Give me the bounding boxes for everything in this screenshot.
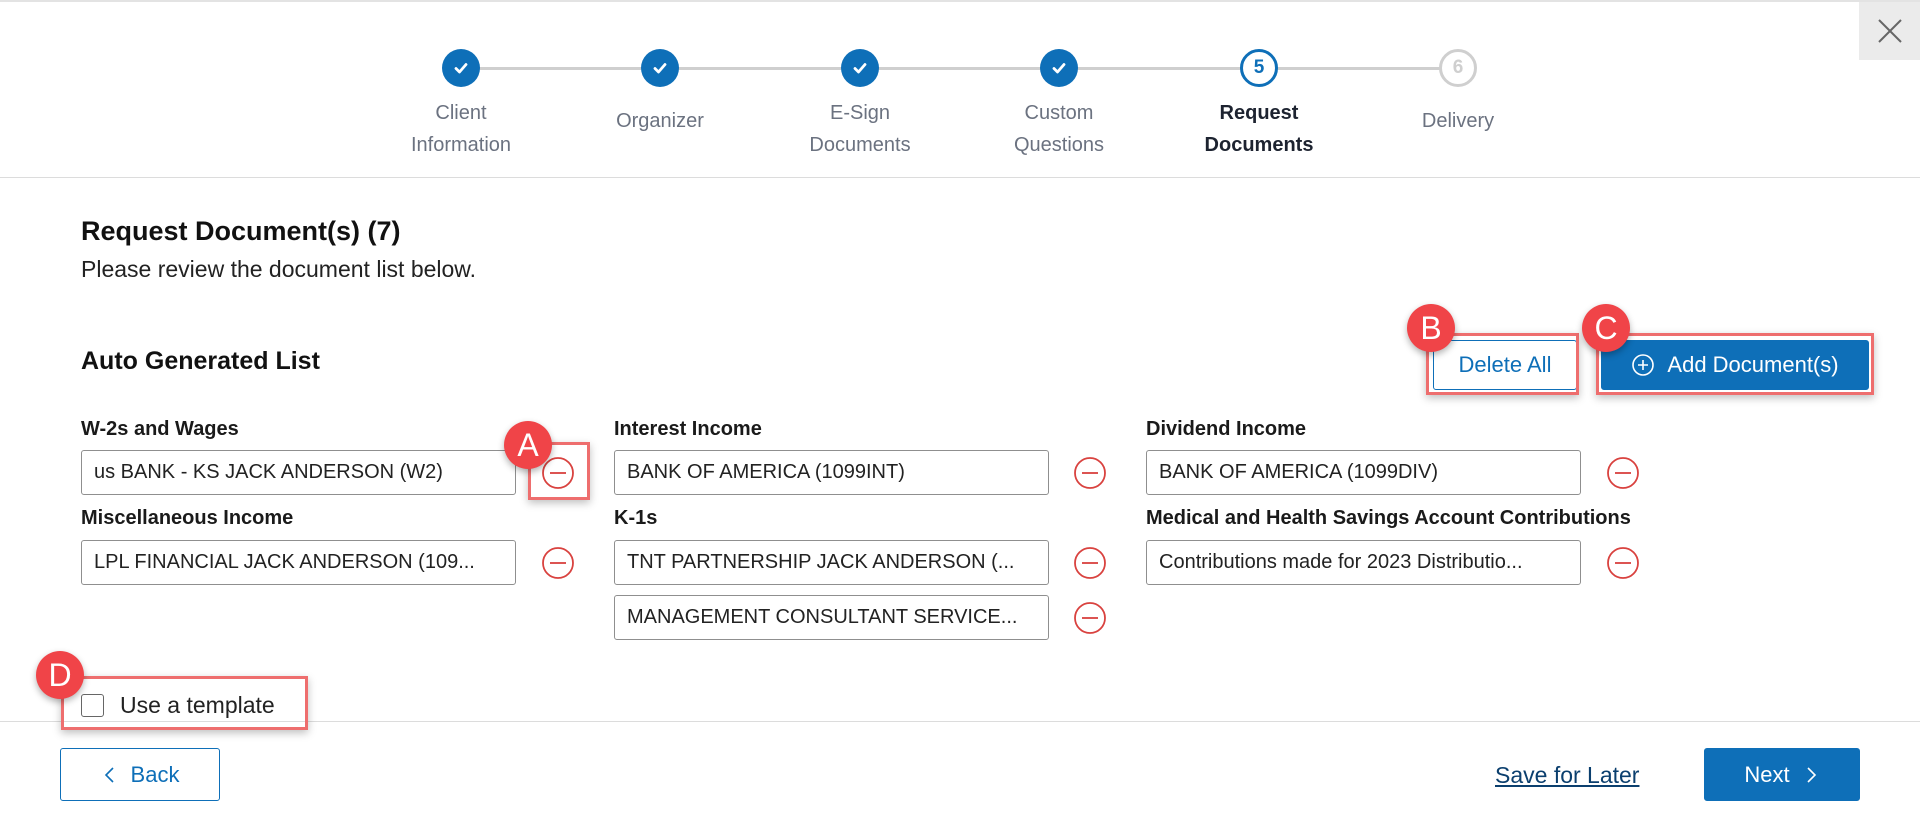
delete-all-button[interactable]: Delete All	[1433, 340, 1577, 390]
annotation-badge-d: D	[36, 651, 84, 699]
minus-circle-icon	[542, 547, 574, 579]
step-delivery[interactable]: 6 Delivery	[1378, 49, 1538, 137]
minus-circle-icon	[542, 457, 574, 489]
step-label: Request Documents	[1204, 102, 1314, 156]
category-label-k1s: K-1s	[614, 507, 658, 529]
minus-circle-icon	[1074, 547, 1106, 579]
page-subtitle: Please review the document list below.	[81, 256, 477, 282]
document-field-dividend-income[interactable]	[1146, 450, 1581, 495]
step-number-pending: 6	[1439, 49, 1477, 87]
step-custom-questions[interactable]: Custom Questions	[979, 49, 1139, 161]
document-field-k1-management[interactable]	[614, 595, 1049, 640]
use-template-label: Use a template	[120, 692, 275, 718]
chevron-left-icon	[104, 766, 114, 783]
step-request-documents[interactable]: 5 Request Documents	[1179, 49, 1339, 161]
step-label: Delivery	[1421, 110, 1495, 132]
remove-document-button[interactable]	[541, 546, 575, 580]
add-documents-label: Add Document(s)	[1667, 352, 1839, 377]
step-number-current: 5	[1240, 49, 1278, 87]
minus-circle-icon	[1607, 547, 1639, 579]
chevron-right-icon	[1807, 766, 1816, 783]
checkmark-icon	[454, 63, 468, 74]
delete-all-label: Delete All	[1458, 352, 1552, 377]
checkmark-icon	[1052, 63, 1066, 74]
document-field-misc-income[interactable]	[81, 540, 516, 585]
document-field-hsa-contributions[interactable]	[1146, 540, 1581, 585]
minus-circle-icon	[1074, 457, 1106, 489]
step-label: Organizer	[616, 110, 704, 132]
step-e-sign-documents[interactable]: E-Sign Documents	[780, 49, 940, 161]
page-title: Request Document(s) (7)	[81, 216, 401, 246]
step-client-information[interactable]: Client Information	[381, 49, 541, 161]
remove-document-button[interactable]	[1606, 546, 1640, 580]
step-label: Client Information	[410, 102, 512, 156]
annotation-badge-c: C	[1582, 304, 1630, 352]
checkmark-icon	[853, 63, 867, 74]
save-for-later-link[interactable]: Save for Later	[1495, 762, 1639, 789]
remove-document-button[interactable]	[1606, 456, 1640, 490]
step-complete-indicator	[841, 49, 879, 87]
plus-circle-icon	[1632, 354, 1655, 376]
step-label: Custom Questions	[1013, 102, 1105, 156]
document-field-k1-tnt[interactable]	[614, 540, 1049, 585]
document-field-w2[interactable]	[81, 450, 516, 495]
category-label-dividend-income: Dividend Income	[1146, 418, 1307, 440]
remove-document-button[interactable]	[1073, 601, 1107, 635]
document-field-interest-income[interactable]	[614, 450, 1049, 495]
step-organizer[interactable]: Organizer	[580, 49, 740, 137]
category-label-medical-hsa: Medical and Health Savings Account Contr…	[1146, 507, 1631, 529]
annotation-badge-b: B	[1407, 304, 1455, 352]
category-label-interest-income: Interest Income	[614, 418, 762, 440]
add-documents-button[interactable]: Add Document(s)	[1601, 340, 1869, 390]
remove-document-button[interactable]	[1073, 456, 1107, 490]
back-label: Back	[130, 761, 180, 787]
category-label-w2s: W-2s and Wages	[81, 418, 239, 440]
checkmark-icon	[653, 63, 667, 74]
auto-generated-list-heading: Auto Generated List	[81, 347, 320, 375]
step-label: E-Sign Documents	[809, 102, 911, 156]
footer-divider	[0, 721, 1920, 722]
remove-document-button[interactable]	[541, 456, 575, 490]
next-label: Next	[1744, 761, 1790, 787]
close-button[interactable]	[1859, 2, 1920, 60]
use-template-checkbox[interactable]: Use a template	[81, 692, 275, 719]
step-complete-indicator	[641, 49, 679, 87]
minus-circle-icon	[1607, 457, 1639, 489]
close-icon	[1877, 19, 1902, 43]
back-button[interactable]: Back	[60, 748, 220, 801]
next-button[interactable]: Next	[1704, 748, 1860, 801]
progress-stepper: Client Information Organizer E-Sign Docume…	[0, 0, 1920, 178]
remove-document-button[interactable]	[1073, 546, 1107, 580]
category-label-miscellaneous-income: Miscellaneous Income	[81, 507, 294, 529]
checkbox-box[interactable]	[81, 694, 104, 717]
minus-circle-icon	[1074, 602, 1106, 634]
annotation-badge-a: A	[504, 421, 552, 469]
step-complete-indicator	[442, 49, 480, 87]
step-complete-indicator	[1040, 49, 1078, 87]
